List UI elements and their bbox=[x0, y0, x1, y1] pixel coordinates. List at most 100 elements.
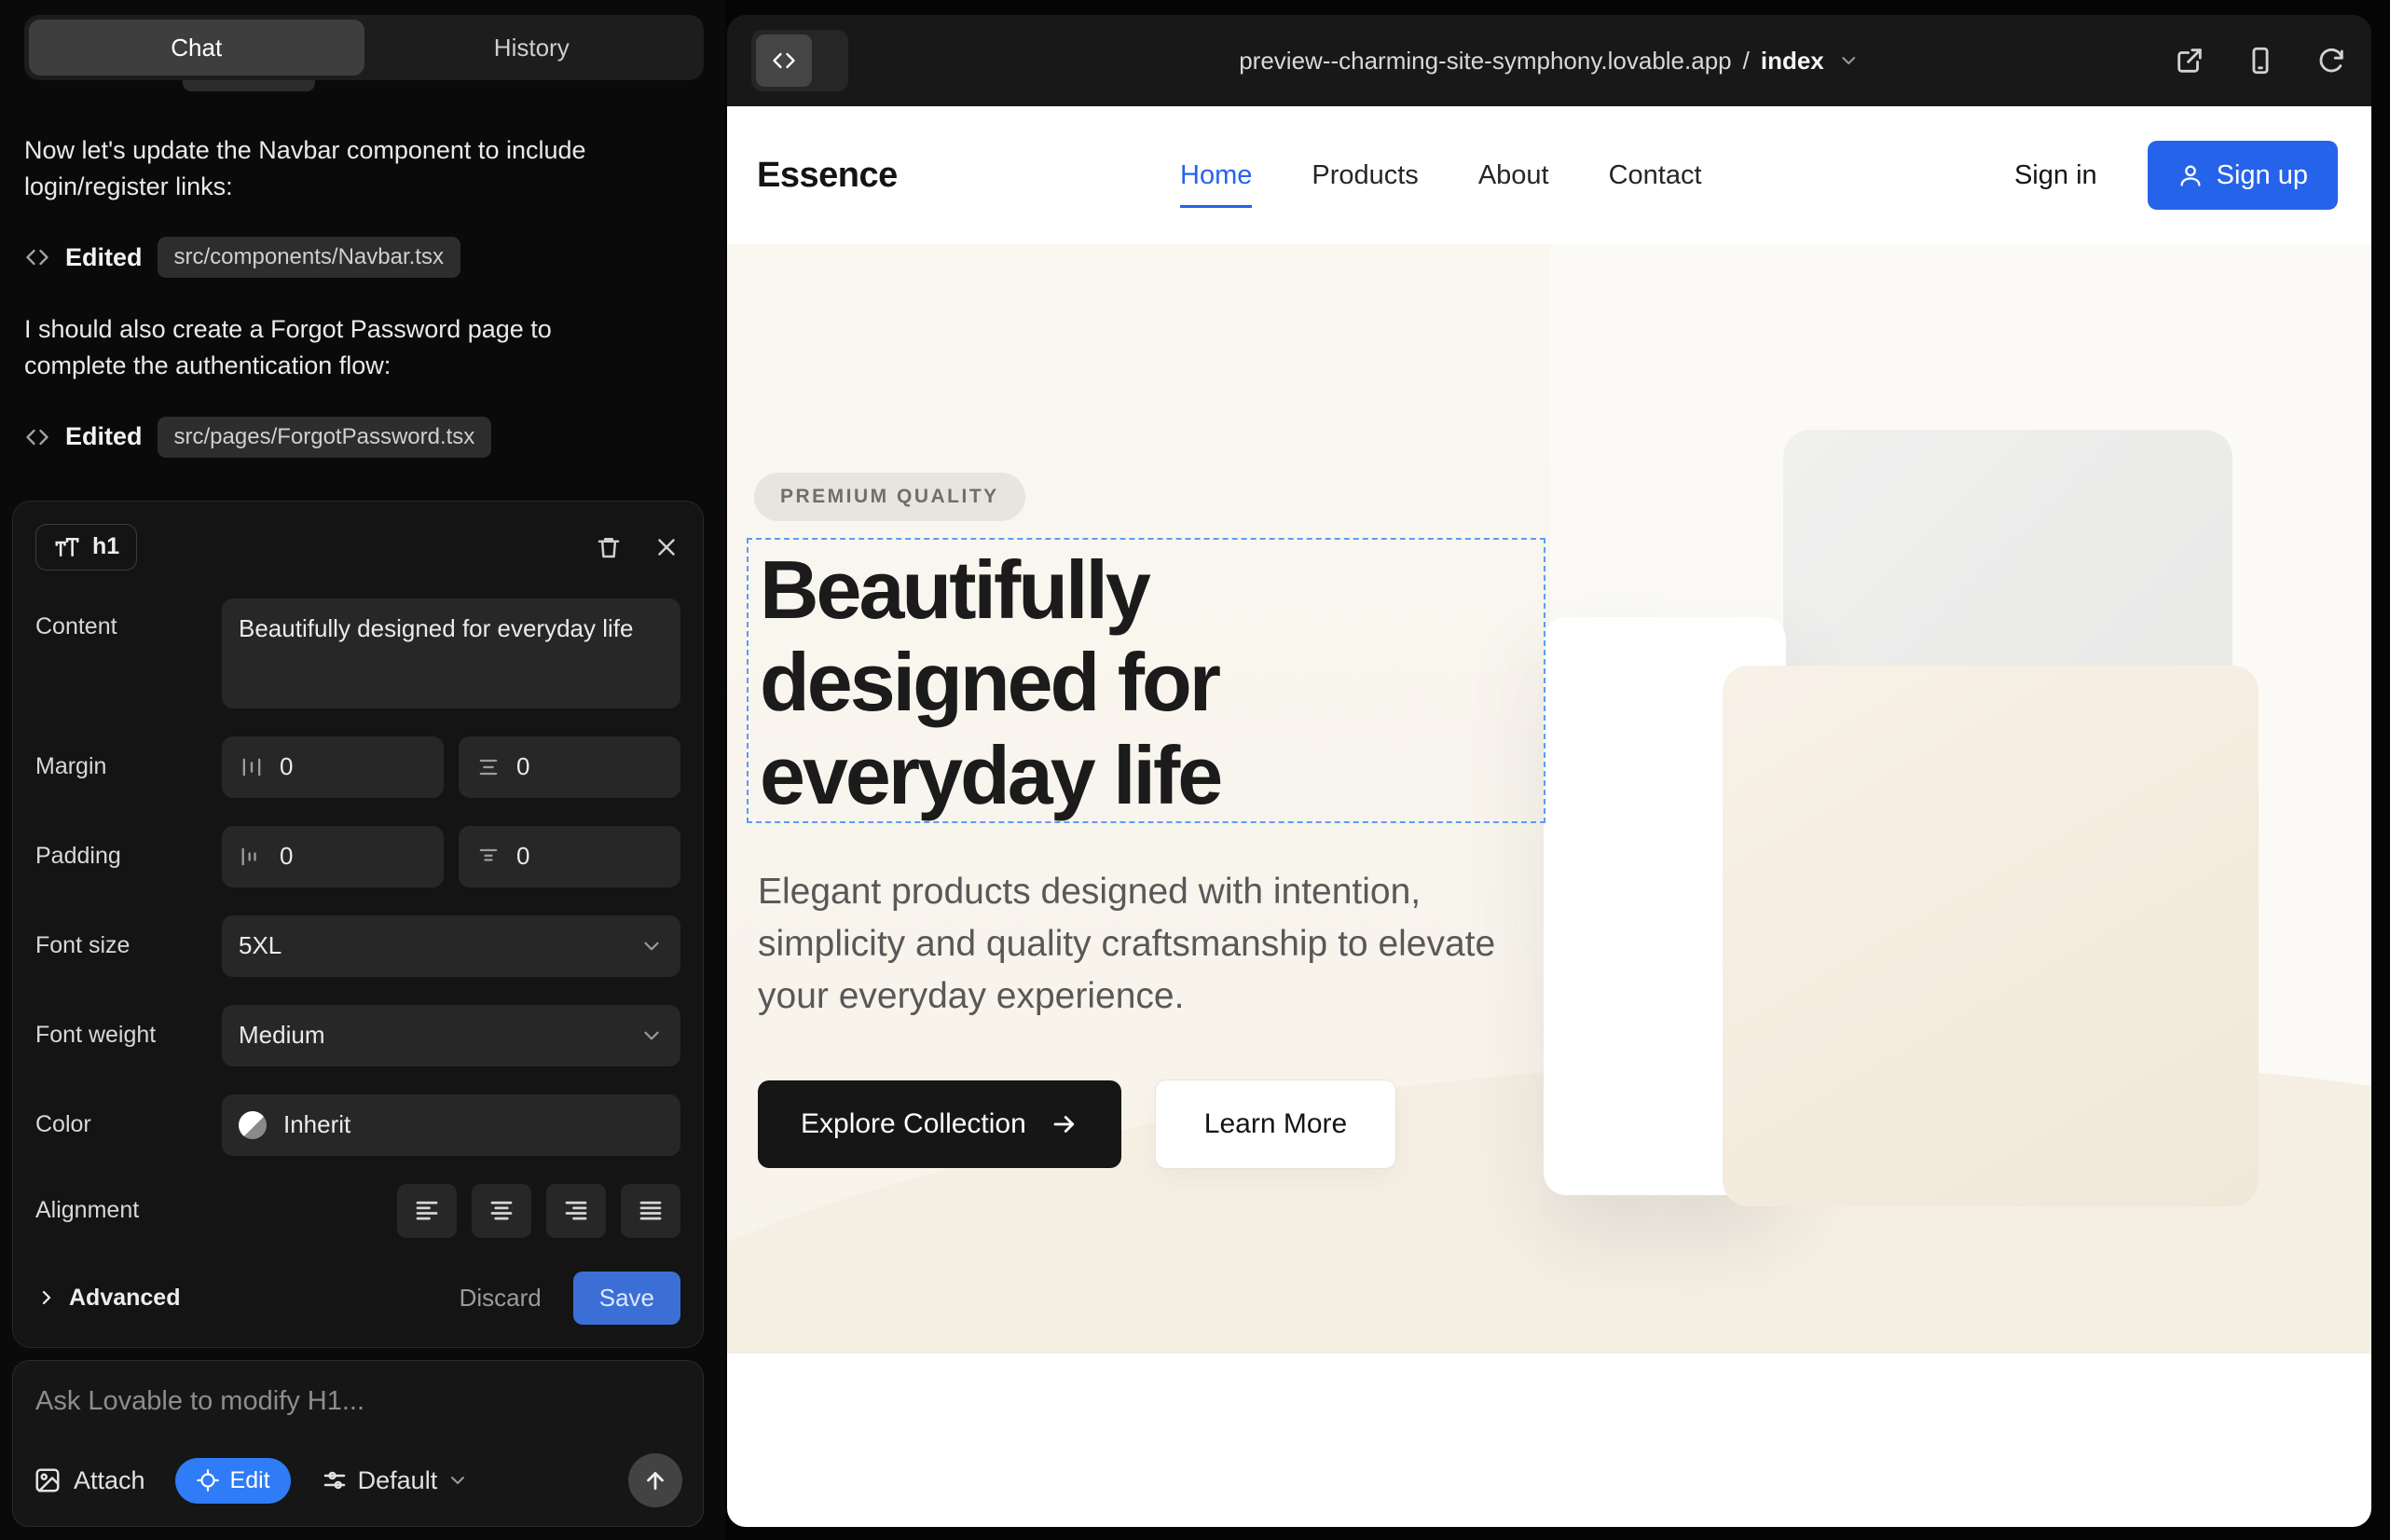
margin-label: Margin bbox=[35, 753, 222, 780]
attach-button[interactable]: Attach bbox=[34, 1466, 145, 1495]
chevron-down-icon bbox=[639, 934, 664, 958]
file-pill[interactable]: src/components/Navbar.tsx bbox=[158, 237, 460, 278]
edited-label: Edited bbox=[65, 243, 143, 272]
align-right-button[interactable] bbox=[546, 1184, 606, 1238]
trash-icon[interactable] bbox=[595, 533, 623, 561]
model-default-button[interactable]: Default bbox=[321, 1466, 470, 1495]
hero-cta-row: Explore Collection Learn More bbox=[758, 1079, 1396, 1169]
explore-collection-label: Explore Collection bbox=[801, 1108, 1026, 1140]
h1-selection-outline[interactable]: Beautifully designed for everyday life bbox=[747, 538, 1545, 823]
color-swatch-icon bbox=[239, 1111, 267, 1139]
edited-file-row: Edited src/pages/ForgotPassword.tsx bbox=[24, 417, 725, 458]
refresh-icon[interactable] bbox=[2315, 45, 2347, 76]
chevron-down-icon bbox=[446, 1469, 469, 1492]
image-icon bbox=[34, 1466, 62, 1494]
chevron-down-icon[interactable] bbox=[1837, 49, 1860, 72]
alignment-buttons bbox=[222, 1184, 680, 1238]
color-select[interactable]: Inherit bbox=[222, 1094, 680, 1156]
align-justify-button[interactable] bbox=[621, 1184, 680, 1238]
code-icon bbox=[24, 244, 50, 270]
sign-up-button[interactable]: Sign up bbox=[2148, 141, 2338, 210]
hero-heading[interactable]: Beautifully designed for everyday life bbox=[749, 540, 1364, 821]
nav-auth-actions: Sign in Sign up bbox=[2014, 141, 2338, 210]
tab-chat[interactable]: Chat bbox=[29, 20, 364, 76]
font-weight-value: Medium bbox=[239, 1021, 324, 1050]
chevron-down-icon bbox=[639, 1024, 664, 1048]
explore-collection-button[interactable]: Explore Collection bbox=[758, 1080, 1121, 1168]
content-label: Content bbox=[35, 598, 222, 640]
nav-link-contact[interactable]: Contact bbox=[1609, 160, 1702, 191]
chat-messages: Now let's update the Navbar component to… bbox=[0, 80, 725, 1348]
text-size-icon bbox=[53, 533, 81, 561]
send-button[interactable] bbox=[628, 1453, 682, 1507]
advanced-label: Advanced bbox=[69, 1285, 180, 1312]
chat-input[interactable] bbox=[34, 1385, 682, 1418]
color-value: Inherit bbox=[283, 1110, 350, 1139]
chat-panel: Chat History Now let's update the Navbar… bbox=[0, 0, 725, 1540]
sign-in-link[interactable]: Sign in bbox=[2014, 160, 2097, 191]
font-weight-select[interactable]: Medium bbox=[222, 1005, 680, 1066]
url-bar[interactable]: preview--charming-site-symphony.lovable.… bbox=[1239, 47, 1860, 76]
target-icon bbox=[196, 1468, 220, 1492]
inspector-actions bbox=[595, 533, 680, 561]
preview-frame: preview--charming-site-symphony.lovable.… bbox=[727, 15, 2371, 1527]
external-link-icon[interactable] bbox=[2174, 45, 2205, 76]
alignment-label: Alignment bbox=[35, 1197, 222, 1224]
topbar-actions bbox=[2174, 45, 2347, 76]
close-icon[interactable] bbox=[652, 533, 680, 561]
arrow-right-icon bbox=[1051, 1110, 1078, 1138]
element-tag-label: h1 bbox=[92, 533, 119, 560]
padding-horizontal-icon bbox=[239, 844, 265, 870]
nav-link-products[interactable]: Products bbox=[1312, 160, 1418, 191]
decorative-beige-card bbox=[1723, 666, 2259, 1206]
content-textarea[interactable]: Beautifully designed for everyday life bbox=[222, 598, 680, 708]
mobile-preview-icon[interactable] bbox=[2245, 45, 2276, 76]
font-weight-label: Font weight bbox=[35, 1022, 222, 1049]
discard-button[interactable]: Discard bbox=[450, 1272, 551, 1324]
advanced-row: Advanced Discard Save bbox=[35, 1272, 680, 1325]
margin-vertical-icon bbox=[475, 754, 501, 780]
font-size-value: 5XL bbox=[239, 931, 282, 960]
margin-row: Margin 0 0 bbox=[35, 736, 680, 798]
file-pill[interactable]: src/pages/ForgotPassword.tsx bbox=[158, 417, 492, 458]
edited-label: Edited bbox=[65, 422, 143, 451]
url-separator: / bbox=[1743, 47, 1750, 76]
attach-label: Attach bbox=[74, 1466, 145, 1495]
advanced-toggle[interactable]: Advanced bbox=[35, 1285, 180, 1312]
padding-vertical-input[interactable]: 0 bbox=[459, 826, 680, 887]
save-button[interactable]: Save bbox=[573, 1272, 680, 1325]
site-nav-links: Home Products About Contact bbox=[1180, 160, 1702, 191]
code-preview-toggle bbox=[751, 30, 848, 91]
hero-badge: PREMIUM QUALITY bbox=[754, 473, 1025, 521]
inspector-header: h1 bbox=[35, 524, 680, 571]
alignment-row: Alignment bbox=[35, 1184, 680, 1238]
chevron-right-icon bbox=[35, 1286, 58, 1309]
content-row: Content Beautifully designed for everyda… bbox=[35, 598, 680, 708]
hero-section: PREMIUM QUALITY Beautifully designed for… bbox=[727, 244, 2371, 1354]
edited-file-row: Edited src/components/Navbar.tsx bbox=[24, 237, 725, 278]
edit-label: Edit bbox=[230, 1467, 270, 1494]
code-toggle-button[interactable] bbox=[756, 34, 812, 87]
padding-horizontal-input[interactable]: 0 bbox=[222, 826, 444, 887]
color-label: Color bbox=[35, 1111, 222, 1138]
nav-link-about[interactable]: About bbox=[1478, 160, 1549, 191]
user-icon bbox=[2177, 162, 2204, 188]
code-icon bbox=[24, 424, 50, 450]
align-left-button[interactable] bbox=[397, 1184, 457, 1238]
tab-history[interactable]: History bbox=[364, 20, 700, 76]
color-row: Color Inherit bbox=[35, 1094, 680, 1156]
font-size-select[interactable]: 5XL bbox=[222, 915, 680, 977]
margin-horizontal-input[interactable]: 0 bbox=[222, 736, 444, 798]
margin-horizontal-icon bbox=[239, 754, 265, 780]
padding-vertical-value: 0 bbox=[516, 842, 529, 871]
align-center-button[interactable] bbox=[472, 1184, 531, 1238]
margin-vertical-value: 0 bbox=[516, 752, 529, 781]
element-tag-badge: h1 bbox=[35, 524, 137, 571]
margin-vertical-input[interactable]: 0 bbox=[459, 736, 680, 798]
preview-region: preview--charming-site-symphony.lovable.… bbox=[725, 0, 2390, 1540]
edit-mode-button[interactable]: Edit bbox=[175, 1458, 291, 1504]
nav-link-home[interactable]: Home bbox=[1180, 160, 1252, 191]
assistant-message: I should also create a Forgot Password p… bbox=[24, 311, 598, 384]
site-logo[interactable]: Essence bbox=[757, 156, 898, 196]
learn-more-button[interactable]: Learn More bbox=[1155, 1079, 1396, 1169]
